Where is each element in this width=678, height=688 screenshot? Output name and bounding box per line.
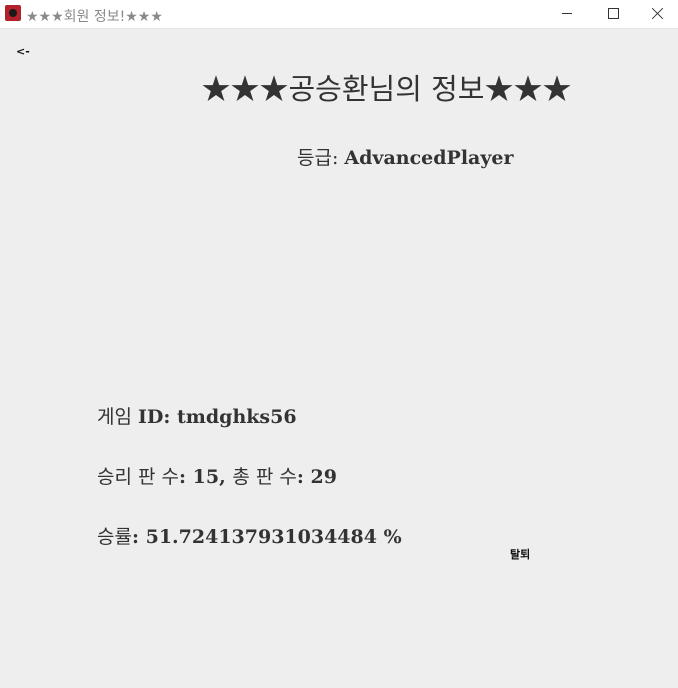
maximize-button[interactable]: [590, 0, 636, 29]
window-title: ★★★회원 정보!★★★: [26, 9, 163, 25]
back-button[interactable]: <-: [16, 45, 30, 58]
app-icon: [5, 5, 21, 21]
maximize-icon: [608, 8, 619, 19]
total-label: 총 판 수: [232, 466, 297, 488]
page-title: ★★★공승환님의 정보★★★: [201, 72, 572, 106]
winrate-value: : 51.724137931034484 %: [131, 526, 402, 548]
game-id-label: 게임: [97, 406, 138, 428]
grade-value: AdvancedPlayer: [344, 147, 514, 169]
game-id-line: 게임 ID: tmdghks56: [97, 402, 297, 429]
wins-value: : 15,: [179, 466, 233, 488]
total-value: : 29: [296, 466, 337, 488]
winrate-label: 승률: [97, 526, 132, 548]
title-bar: ★★★회원 정보!★★★: [0, 0, 678, 29]
grade-line: 등급: AdvancedPlayer: [297, 143, 514, 170]
winrate-line: 승률: 51.724137931034484 %: [97, 522, 402, 549]
close-button[interactable]: [635, 0, 678, 29]
withdraw-button[interactable]: 탈퇴: [510, 546, 530, 562]
minimize-button[interactable]: [544, 0, 590, 29]
wins-label: 승리 판 수: [97, 466, 179, 488]
minimize-icon: [562, 13, 572, 14]
grade-label: 등급:: [297, 147, 345, 169]
close-icon: [652, 7, 664, 19]
game-id-value: ID: tmdghks56: [138, 406, 297, 428]
stats-line: 승리 판 수: 15, 총 판 수: 29: [97, 462, 337, 489]
